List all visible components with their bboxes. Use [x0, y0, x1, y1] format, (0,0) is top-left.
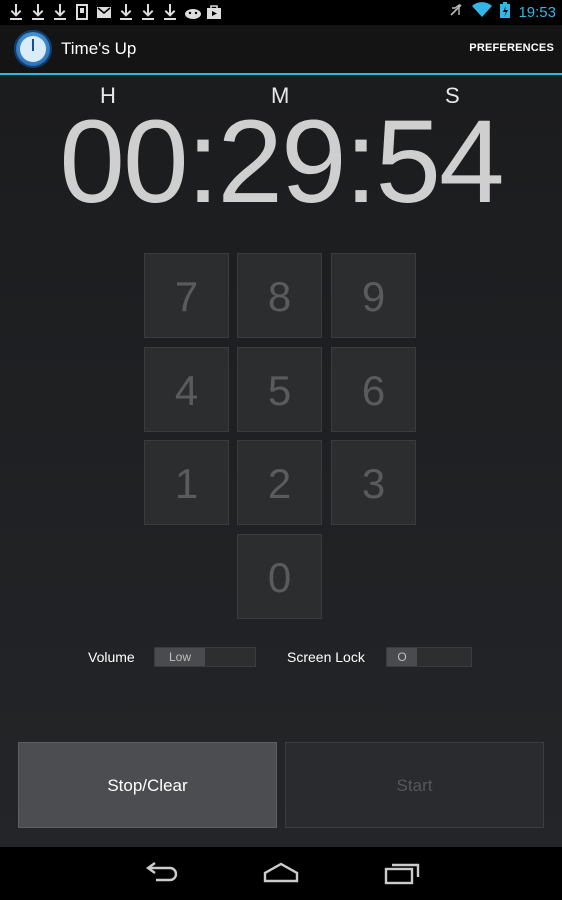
key-4[interactable]: 4	[144, 347, 229, 432]
back-icon[interactable]	[142, 859, 182, 887]
download-icon	[8, 3, 24, 21]
key-2[interactable]: 2	[237, 440, 322, 525]
key-5[interactable]: 5	[237, 347, 322, 432]
stop-clear-button[interactable]: Stop/Clear	[18, 742, 277, 828]
volume-toggle-thumb: Low	[155, 648, 205, 666]
android-icon	[184, 3, 201, 21]
key-9[interactable]: 9	[331, 253, 416, 338]
download-icon	[52, 3, 68, 21]
main-panel: H M S 00:29:54 7 8 9 4 5 6 1 2 3 0 Volum…	[0, 75, 562, 847]
key-1[interactable]: 1	[144, 440, 229, 525]
recent-apps-icon[interactable]	[382, 859, 422, 887]
download-icon	[118, 3, 134, 21]
mute-icon	[448, 2, 464, 22]
screen-lock-toggle[interactable]: O	[386, 647, 472, 667]
download-icon	[162, 3, 178, 21]
screen-lock-label: Screen Lock	[287, 649, 365, 665]
timer-display: 00:29:54	[59, 96, 504, 228]
home-icon[interactable]	[261, 859, 301, 887]
battery-icon	[500, 2, 511, 22]
sdcard-icon	[74, 3, 90, 21]
navigation-bar	[0, 847, 562, 900]
key-6[interactable]: 6	[331, 347, 416, 432]
download-icon	[140, 3, 156, 21]
key-0[interactable]: 0	[237, 534, 322, 619]
download-icon	[30, 3, 46, 21]
key-7[interactable]: 7	[144, 253, 229, 338]
app-icon[interactable]	[14, 30, 52, 68]
status-bar: 19:53	[0, 0, 562, 25]
screen-lock-toggle-thumb: O	[387, 648, 417, 666]
action-bar: Time's Up PREFERENCES	[0, 25, 562, 75]
notification-icons	[8, 3, 222, 21]
status-clock: 19:53	[518, 3, 556, 21]
system-icons: 19:53	[448, 2, 556, 22]
stopwatch-hand	[32, 39, 34, 51]
key-8[interactable]: 8	[237, 253, 322, 338]
app-title: Time's Up	[61, 39, 137, 58]
wifi-icon	[472, 2, 493, 22]
play-store-icon	[206, 3, 222, 21]
key-3[interactable]: 3	[331, 440, 416, 525]
volume-toggle[interactable]: Low	[154, 647, 256, 667]
volume-label: Volume	[88, 649, 135, 665]
start-button[interactable]: Start	[285, 742, 544, 828]
gmail-icon	[96, 3, 112, 21]
preferences-button[interactable]: PREFERENCES	[469, 42, 554, 54]
